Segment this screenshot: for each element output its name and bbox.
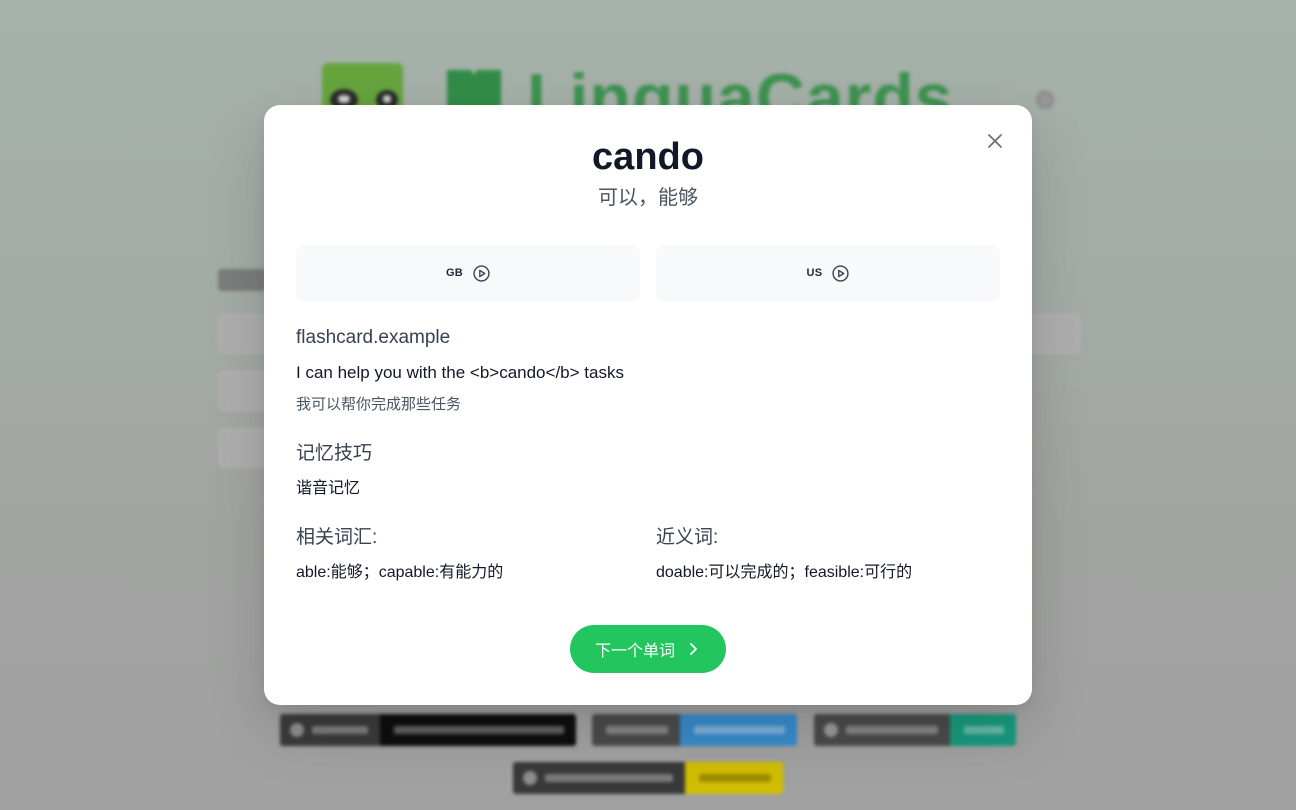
chevron-right-icon — [690, 643, 697, 655]
mnemonic-heading: 记忆技巧 — [296, 443, 373, 464]
word-detail-modal: cando 可以，能够 GB US flashcard.example I ca… — [264, 105, 1032, 705]
synonyms-text: doable:可以完成的；feasible:可行的 — [656, 564, 913, 581]
close-button[interactable] — [983, 129, 1007, 153]
next-word-button[interactable]: 下一个单词 — [570, 625, 726, 673]
pronunciation-button-us[interactable]: US — [656, 245, 1000, 301]
synonyms-heading: 近义词: — [656, 527, 719, 548]
pronunciation-label: GB — [445, 267, 464, 279]
word-title: cando — [592, 136, 704, 178]
close-icon[interactable] — [987, 133, 1003, 149]
example-sentence: I can help you with the <b>cando</b> tas… — [296, 363, 624, 382]
pronunciation-label: US — [806, 267, 823, 279]
example-translation: 我可以帮你完成那些任务 — [296, 396, 462, 413]
pronunciation-button-gb[interactable]: GB — [296, 245, 640, 301]
related-words-text: able:能够；capable:有能力的 — [296, 564, 504, 581]
play-circle-icon[interactable] — [473, 264, 490, 282]
example-heading: flashcard.example — [296, 327, 451, 348]
play-circle-icon[interactable] — [832, 264, 850, 282]
word-translation: 可以，能够 — [598, 187, 698, 209]
mnemonic-text: 谐音记忆 — [296, 480, 361, 497]
next-word-label: 下一个单词 — [594, 643, 675, 660]
related-words-heading: 相关词汇: — [296, 527, 378, 548]
